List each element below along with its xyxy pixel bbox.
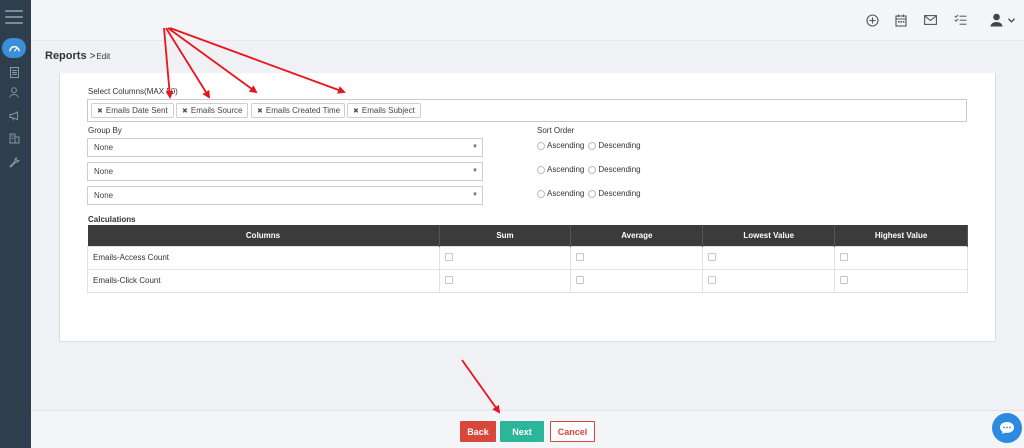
remove-tag-icon[interactable]: ✖: [182, 107, 188, 115]
column-tag-label: Emails Created Time: [265, 106, 341, 115]
sort-ascending-radio[interactable]: Ascending: [537, 189, 584, 198]
wrench-icon[interactable]: [6, 154, 22, 170]
highest-checkbox[interactable]: [840, 252, 849, 261]
sort-descending-radio[interactable]: Descending: [588, 189, 641, 198]
back-button[interactable]: Back: [460, 421, 496, 442]
dropdown-caret-icon: ▼: [472, 144, 478, 150]
column-tag[interactable]: ✖ Emails Subject: [347, 103, 421, 118]
sort-descending-radio[interactable]: Descending: [588, 165, 641, 174]
breadcrumb-edit: Edit: [96, 52, 111, 61]
breadcrumb-reports[interactable]: Reports: [45, 50, 87, 62]
column-tag[interactable]: ✖ Emails Date Sent: [91, 103, 174, 118]
calculations-table: Columns Sum Average Lowest Value Highest…: [87, 225, 968, 293]
sort-order-label: Sort Order: [537, 126, 575, 135]
select-columns-input[interactable]: ✖ Emails Date Sent ✖ Emails Source ✖ Ema…: [87, 99, 967, 122]
dropdown-caret-icon: ▼: [472, 168, 478, 174]
sort-ascending-radio[interactable]: Ascending: [537, 141, 584, 150]
group-by-label: Group By: [88, 126, 122, 135]
average-checkbox[interactable]: [576, 275, 585, 284]
remove-tag-icon[interactable]: ✖: [353, 107, 359, 115]
user-icon[interactable]: [6, 84, 22, 100]
breadcrumb: Reports > Edit: [45, 50, 110, 62]
mail-icon[interactable]: [922, 12, 938, 28]
table-row: Emails-Access Count: [87, 245, 968, 270]
table-row: Emails-Click Count: [87, 268, 968, 293]
sort-descending-radio[interactable]: Descending: [588, 141, 641, 150]
row-label: Emails-Access Count: [87, 245, 440, 270]
calendar-icon[interactable]: [893, 12, 909, 28]
megaphone-icon[interactable]: [6, 108, 22, 124]
user-icon[interactable]: [988, 12, 1004, 28]
select-columns-label: Select Columns(MAX 50): [88, 87, 178, 96]
menu-icon[interactable]: [5, 10, 23, 24]
lowest-checkbox[interactable]: [708, 275, 717, 284]
column-header-columns: Columns: [87, 225, 440, 246]
sort-order-row-1: Ascending Descending: [537, 141, 645, 150]
document-icon[interactable]: [6, 64, 22, 80]
sort-order-row-2: Ascending Descending: [537, 165, 645, 174]
column-tag[interactable]: ✖ Emails Source: [176, 103, 248, 118]
sort-ascending-radio[interactable]: Ascending: [537, 165, 584, 174]
chat-bubble-icon[interactable]: [992, 413, 1022, 443]
annotation-arrow: [461, 359, 501, 414]
highest-checkbox[interactable]: [840, 275, 849, 284]
column-header-lowest: Lowest Value: [702, 225, 836, 246]
column-tag-label: Emails Date Sent: [105, 106, 168, 115]
calculations-label: Calculations: [88, 215, 136, 224]
group-by-select-2[interactable]: None ▼: [87, 162, 483, 181]
add-circle-icon[interactable]: [864, 12, 880, 28]
remove-tag-icon[interactable]: ✖: [257, 107, 263, 115]
group-by-select-3[interactable]: None ▼: [87, 186, 483, 205]
average-checkbox[interactable]: [576, 252, 585, 261]
chevron-down-icon[interactable]: [1006, 12, 1016, 28]
left-sidebar: [0, 0, 31, 448]
sum-checkbox[interactable]: [444, 275, 453, 284]
sort-order-row-3: Ascending Descending: [537, 189, 645, 198]
cancel-button[interactable]: Cancel: [550, 421, 595, 442]
tasks-icon[interactable]: [952, 12, 968, 28]
remove-tag-icon[interactable]: ✖: [97, 107, 103, 115]
next-button[interactable]: Next: [500, 421, 544, 442]
dropdown-caret-icon: ▼: [472, 192, 478, 198]
group-by-select-1[interactable]: None ▼: [87, 138, 483, 157]
column-header-highest: Highest Value: [834, 225, 968, 246]
column-header-average: Average: [570, 225, 704, 246]
column-tag-label: Emails Source: [190, 106, 243, 115]
column-tag-label: Emails Subject: [361, 106, 415, 115]
sidebar-item-dashboard[interactable]: [0, 38, 31, 58]
row-label: Emails-Click Count: [87, 268, 440, 293]
column-tag[interactable]: ✖ Emails Created Time: [251, 103, 345, 118]
building-icon[interactable]: [6, 130, 22, 146]
breadcrumb-separator: >: [89, 51, 96, 62]
sum-checkbox[interactable]: [444, 252, 453, 261]
dashboard-icon: [6, 40, 22, 56]
lowest-checkbox[interactable]: [708, 252, 717, 261]
column-header-sum: Sum: [439, 225, 572, 246]
